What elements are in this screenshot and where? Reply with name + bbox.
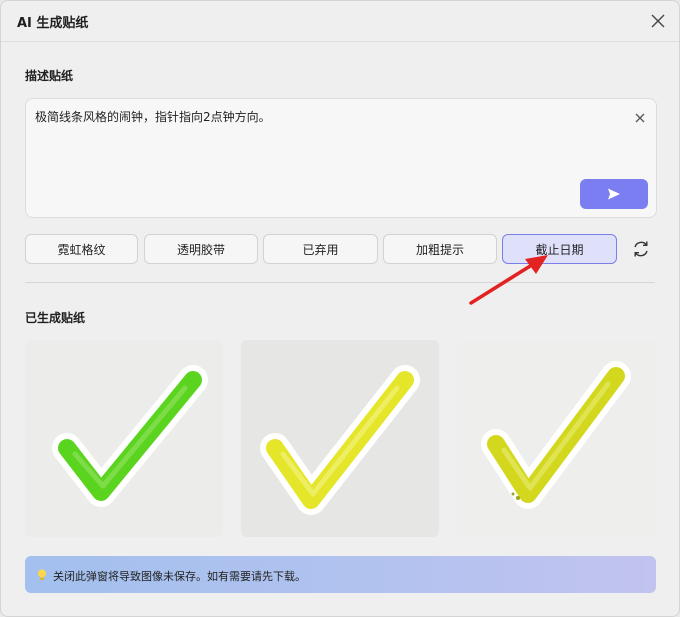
unsaved-notice-banner: 关闭此弹窗将导致图像未保存。如有需要请先下载。 — [25, 556, 656, 593]
dialog-titlebar: AI 生成贴纸 — [1, 1, 679, 42]
clear-prompt-button[interactable] — [634, 109, 646, 123]
chip-transparent-tape[interactable]: 透明胶带 — [144, 234, 258, 264]
prompt-text[interactable]: 极简线条风格的闹钟，指针指向2点钟方向。 — [35, 108, 271, 125]
chip-label: 已弃用 — [302, 242, 339, 257]
lightbulb-icon — [38, 569, 46, 580]
prompt-textarea[interactable]: 极简线条风格的闹钟，指针指向2点钟方向。 — [25, 98, 657, 218]
generated-section-label: 已生成贴纸 — [25, 311, 86, 325]
chip-label: 加粗提示 — [415, 242, 464, 257]
generated-sticker-1[interactable] — [25, 340, 223, 537]
chip-deadline[interactable]: 截止日期 — [502, 234, 617, 264]
chip-bold-hint[interactable]: 加粗提示 — [383, 234, 497, 264]
prompt-section-label: 描述贴纸 — [25, 69, 74, 83]
ai-sticker-dialog: AI 生成贴纸 描述贴纸 极简线条风格的闹钟，指针指向2点钟方向。 霓虹格纹 透… — [0, 0, 680, 617]
send-button[interactable] — [580, 179, 648, 209]
checkmark-icon — [458, 340, 656, 537]
chip-deprecated[interactable]: 已弃用 — [263, 234, 378, 264]
chip-label: 透明胶带 — [176, 242, 225, 257]
send-icon — [608, 188, 620, 200]
generated-sticker-3[interactable] — [458, 340, 656, 537]
chip-label: 霓虹格纹 — [57, 242, 106, 257]
refresh-button[interactable] — [630, 238, 652, 260]
generated-sticker-2[interactable] — [241, 340, 439, 537]
close-icon — [651, 14, 665, 28]
notice-text: 关闭此弹窗将导致图像未保存。如有需要请先下载。 — [53, 570, 306, 583]
chip-label: 截止日期 — [535, 242, 584, 257]
refresh-icon — [634, 241, 648, 257]
dialog-title: AI 生成贴纸 — [17, 16, 89, 31]
section-divider — [25, 282, 655, 283]
close-button[interactable] — [647, 10, 669, 32]
chip-neon-grid[interactable]: 霓虹格纹 — [25, 234, 138, 264]
clear-icon — [635, 113, 645, 123]
checkmark-icon — [25, 340, 223, 537]
checkmark-icon — [241, 340, 439, 537]
